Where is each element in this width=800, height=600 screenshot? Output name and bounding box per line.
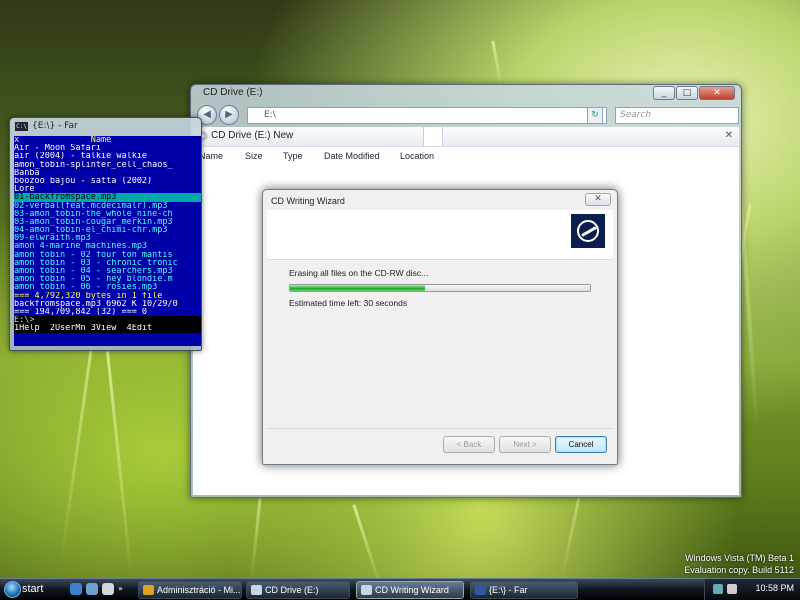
taskbar-button[interactable]: CD Drive (E:): [246, 581, 350, 599]
taskbar-app-icon: [143, 585, 154, 595]
browser-icon[interactable]: [86, 583, 98, 595]
console-line: amon 4-marine machines.mp3: [14, 242, 148, 251]
toolbar-label[interactable]: CD Drive (E:) New: [211, 130, 293, 141]
console-line: amon tobin - 06 - rosies.mp3: [14, 283, 158, 292]
far-console-window[interactable]: C:\ {E:\} - Far x Name Air - Moon Safari…: [9, 117, 202, 351]
taskbar-button[interactable]: CD Writing Wizard: [356, 581, 464, 599]
taskbar-app-icon: [475, 585, 486, 595]
column-type[interactable]: Type: [283, 151, 303, 161]
windows-orb-icon: [4, 581, 21, 598]
explorer-title: CD Drive (E:): [203, 87, 263, 98]
wizard-title: CD Writing Wizard: [271, 196, 345, 206]
taskbar: start » Adminisztráció - Mi... CD Drive (…: [0, 578, 800, 600]
column-headers: Name Size Type Date Modified Location: [193, 149, 739, 165]
console-icon: C:\: [15, 122, 28, 131]
taskbar-app-icon: [361, 585, 372, 595]
clock[interactable]: 10:58 PM: [755, 583, 794, 593]
watermark-line1: Windows Vista (TM) Beta 1: [685, 553, 794, 563]
erase-progress-fill: [290, 285, 425, 291]
console-line: 03-amon_tobin-cougar_merkin.mp3: [14, 217, 173, 227]
far-title: {E:\} - Far: [32, 121, 78, 131]
close-button[interactable]: ✕: [699, 86, 735, 100]
console-line: x Name: [14, 136, 168, 145]
wizard-header: [267, 210, 613, 260]
console-line: amon tobin - 02 four ton mantis: [14, 250, 173, 259]
console-content[interactable]: x Name Air - Moon Safari air (2004) - tal…: [14, 136, 201, 346]
console-line: Air - Moon Safari: [14, 144, 101, 153]
console-line: backfromspace.mp3 6962 K 10/29/0: [14, 299, 178, 308]
console-line: boozoo bajou - satta (2002): [14, 176, 153, 186]
cd-burn-icon: [571, 214, 605, 248]
console-line[interactable]: 1Help 2UserMn 3View 4Edit: [14, 324, 201, 333]
navigation-bar: ◀ ▶ E:\ ↻ Search: [195, 105, 739, 127]
console-line: 09-elwraith.mp3: [14, 234, 91, 243]
console-line: 04-amon_tobin-el_chimi-chr.mp3: [14, 226, 168, 235]
maximize-button[interactable]: □: [676, 86, 698, 100]
minimize-button[interactable]: _: [653, 86, 675, 100]
console-line: amon tobin - 05 - hey blondie.m: [14, 275, 173, 284]
console-line: Banba: [14, 168, 40, 177]
next-button[interactable]: Next >: [499, 436, 551, 453]
console-line: 02-verbal(feat.mcdecimalr).mp3: [14, 201, 168, 210]
console-line: === 194,709,842 (32) === 0: [14, 307, 148, 317]
volume-icon[interactable]: [727, 584, 737, 594]
network-icon[interactable]: [713, 584, 723, 594]
wizard-close-button[interactable]: ✕: [585, 193, 611, 206]
taskbar-button-label: CD Drive (E:): [265, 585, 319, 595]
windows-watermark: Windows Vista (TM) Beta 1 Evaluation cop…: [684, 552, 794, 576]
back-button[interactable]: < Back: [443, 436, 495, 453]
taskbar-button[interactable]: {E:\} - Far: [470, 581, 578, 599]
console-line: E:\>: [14, 316, 201, 325]
column-name[interactable]: Name: [199, 151, 223, 161]
ie-icon[interactable]: [70, 583, 82, 595]
column-size[interactable]: Size: [245, 151, 263, 161]
watermark-line2: Evaluation copy. Build 5112: [684, 565, 794, 575]
console-line: amon_tobin-splinter_cell_chaos_: [14, 160, 173, 169]
console-line: air (2004) - talkie walkie: [14, 152, 148, 161]
system-tray: 10:58 PM: [704, 579, 800, 600]
taskbar-button-label: CD Writing Wizard: [375, 585, 449, 595]
show-desktop-icon[interactable]: [102, 583, 114, 595]
cancel-button[interactable]: Cancel: [555, 436, 607, 453]
start-label: start: [22, 583, 44, 595]
taskbar-button-label: {E:\} - Far: [489, 585, 528, 595]
toolbar-tab: [423, 127, 443, 146]
cd-writing-wizard-dialog[interactable]: CD Writing Wizard ✕ Erasing all files on…: [262, 189, 618, 465]
console-line: 03-amon_tobin-the_whole_nine-ch: [14, 209, 173, 218]
console-line: Lore: [14, 185, 35, 194]
column-location[interactable]: Location: [400, 151, 434, 161]
start-button[interactable]: start: [2, 580, 54, 599]
taskbar-button[interactable]: Adminisztráció - Mi...: [138, 581, 242, 599]
explorer-toolbar: CD Drive (E:) New ✕: [193, 127, 739, 147]
wizard-separator: [267, 428, 613, 429]
column-date-modified[interactable]: Date Modified: [324, 151, 380, 161]
toolbar-close-icon[interactable]: ✕: [725, 130, 733, 141]
console-line: === 4,792,320 bytes in 1 file: [14, 291, 163, 300]
address-bar[interactable]: E:\: [247, 107, 607, 124]
erase-progress-bar: [289, 284, 591, 292]
taskbar-app-icon: [251, 585, 262, 595]
search-input[interactable]: Search: [615, 107, 739, 124]
console-line: amon tobin - 03 - chronic tronic: [14, 258, 178, 267]
estimated-time-left: Estimated time left: 30 seconds: [289, 298, 408, 308]
forward-button[interactable]: ▶: [219, 105, 239, 125]
refresh-button[interactable]: ↻: [587, 107, 603, 124]
console-line: amon tobin - 04 - searchers.mp3: [14, 267, 173, 276]
wizard-status-message: Erasing all files on the CD-RW disc...: [289, 268, 429, 278]
console-line: 01-backfromspace.mp3: [14, 193, 201, 202]
quicklaunch-expand-icon[interactable]: »: [118, 583, 126, 595]
taskbar-button-label: Adminisztráció - Mi...: [157, 585, 241, 595]
explorer-caption-buttons: _ □ ✕: [653, 86, 735, 100]
